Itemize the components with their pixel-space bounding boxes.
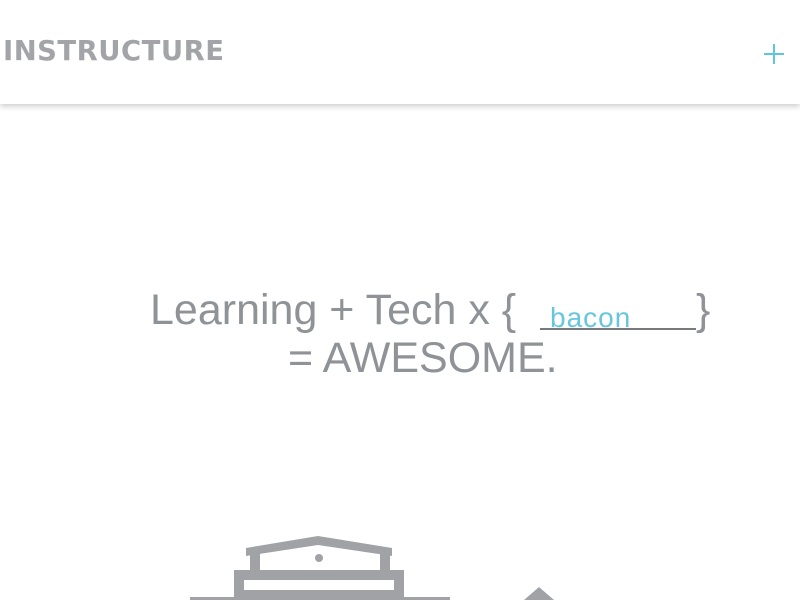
rotating-word-blank: bacon [540,286,696,333]
campus-illustration [0,520,800,600]
closing-brace: } [696,286,711,334]
school-building-icon [190,536,554,600]
tagline-line-2: = AWESOME. [288,334,558,382]
rotating-word: bacon [550,302,632,333]
expand-menu-button[interactable] [760,40,788,68]
instructure-logo[interactable]: INSTRUCTURE [3,34,224,67]
site-header: INSTRUCTURE [0,0,800,104]
tagline-line-1: Learning + Tech x { [150,286,517,334]
plus-icon [764,44,784,64]
